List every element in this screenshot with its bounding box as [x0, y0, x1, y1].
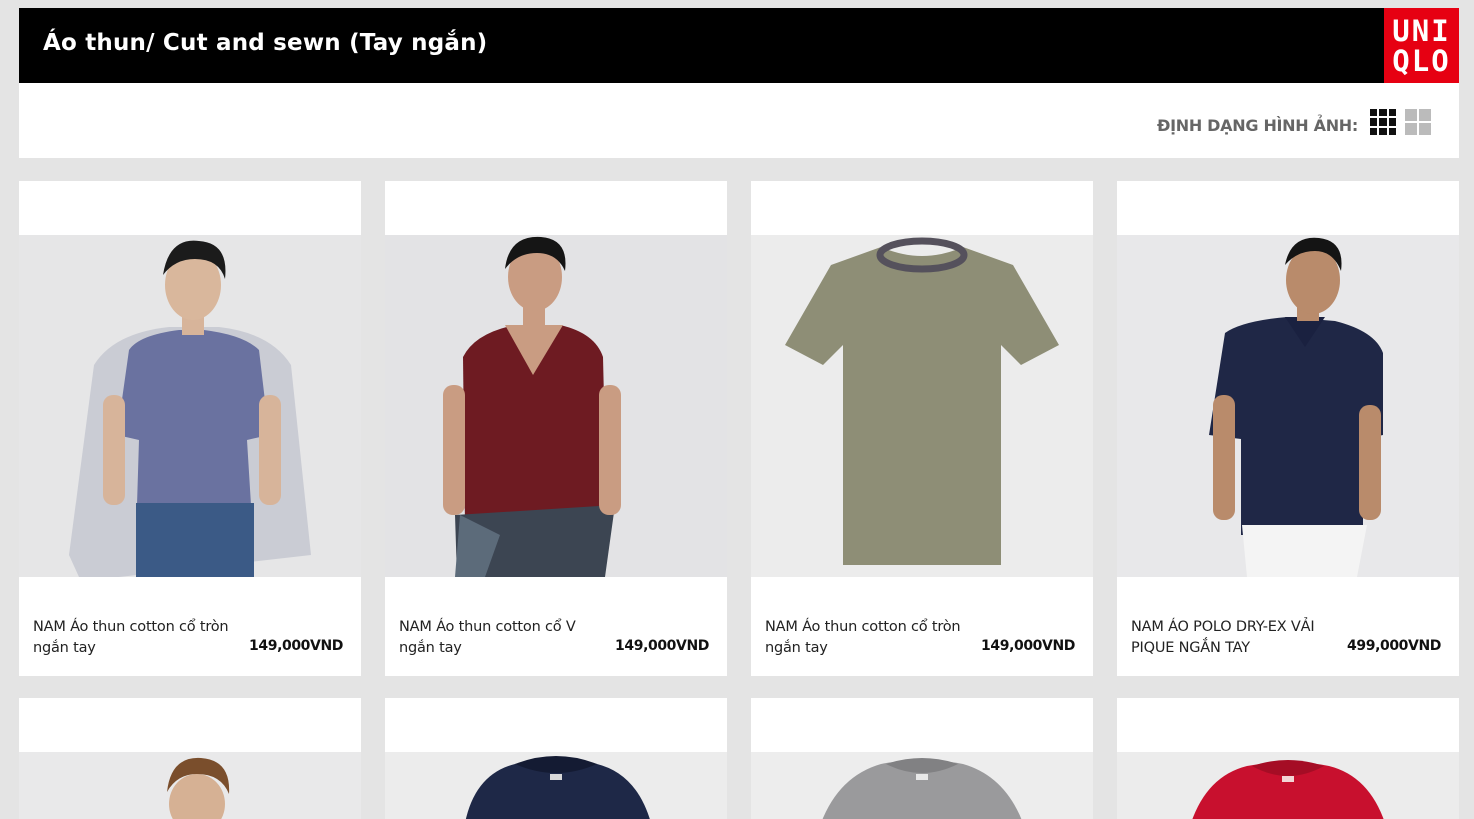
- product-image[interactable]: [385, 235, 727, 577]
- product-name[interactable]: NAM Áo thun cotton cổ tròn ngắn tay: [33, 617, 243, 659]
- product-card[interactable]: [19, 698, 361, 819]
- product-image[interactable]: [1117, 752, 1459, 819]
- view-format-label: ĐỊNH DẠNG HÌNH ẢNH:: [1156, 116, 1358, 135]
- product-image[interactable]: [385, 752, 727, 819]
- product-info: NAM Áo thun cotton cổ tròn ngắn tay 149,…: [19, 577, 361, 676]
- product-card[interactable]: [385, 698, 727, 819]
- product-price: 149,000VND: [615, 638, 709, 654]
- product-image[interactable]: [751, 752, 1093, 819]
- product-card[interactable]: NAM Áo thun cotton cổ tròn ngắn tay 149,…: [751, 181, 1093, 676]
- product-card[interactable]: NAM ÁO POLO DRY-EX VẢI PIQUE NGẮN TAY 49…: [1117, 181, 1459, 676]
- product-card[interactable]: NAM Áo thun cotton cổ tròn ngắn tay 149,…: [19, 181, 361, 676]
- product-info: NAM Áo thun cotton cổ tròn ngắn tay 149,…: [751, 577, 1093, 676]
- category-header: Áo thun/ Cut and sewn (Tay ngắn): [19, 8, 1459, 83]
- product-image[interactable]: [19, 235, 361, 577]
- product-name[interactable]: NAM Áo thun cotton cổ tròn ngắn tay: [765, 617, 975, 659]
- product-card[interactable]: [751, 698, 1093, 819]
- view-toolbar: ĐỊNH DẠNG HÌNH ẢNH:: [19, 83, 1459, 158]
- product-image[interactable]: [751, 235, 1093, 577]
- small-grid-view-icon[interactable]: [1370, 109, 1396, 135]
- product-name[interactable]: NAM ÁO POLO DRY-EX VẢI PIQUE NGẮN TAY: [1131, 617, 1341, 659]
- product-card[interactable]: [1117, 698, 1459, 819]
- page-title: Áo thun/ Cut and sewn (Tay ngắn): [43, 30, 488, 56]
- product-name[interactable]: NAM Áo thun cotton cổ V ngắn tay: [399, 617, 609, 659]
- product-price: 149,000VND: [249, 638, 343, 654]
- logo-line-1: UNI: [1392, 14, 1451, 48]
- logo-line-2: QLO: [1392, 44, 1451, 78]
- product-info: NAM Áo thun cotton cổ V ngắn tay 149,000…: [385, 577, 727, 676]
- product-info: NAM ÁO POLO DRY-EX VẢI PIQUE NGẮN TAY 49…: [1117, 577, 1459, 676]
- large-grid-view-icon[interactable]: [1405, 109, 1431, 135]
- product-price: 499,000VND: [1347, 638, 1441, 654]
- uniqlo-logo[interactable]: UNI QLO: [1384, 8, 1459, 83]
- product-image[interactable]: [1117, 235, 1459, 577]
- product-image[interactable]: [19, 752, 361, 819]
- product-card[interactable]: NAM Áo thun cotton cổ V ngắn tay 149,000…: [385, 181, 727, 676]
- product-price: 149,000VND: [981, 638, 1075, 654]
